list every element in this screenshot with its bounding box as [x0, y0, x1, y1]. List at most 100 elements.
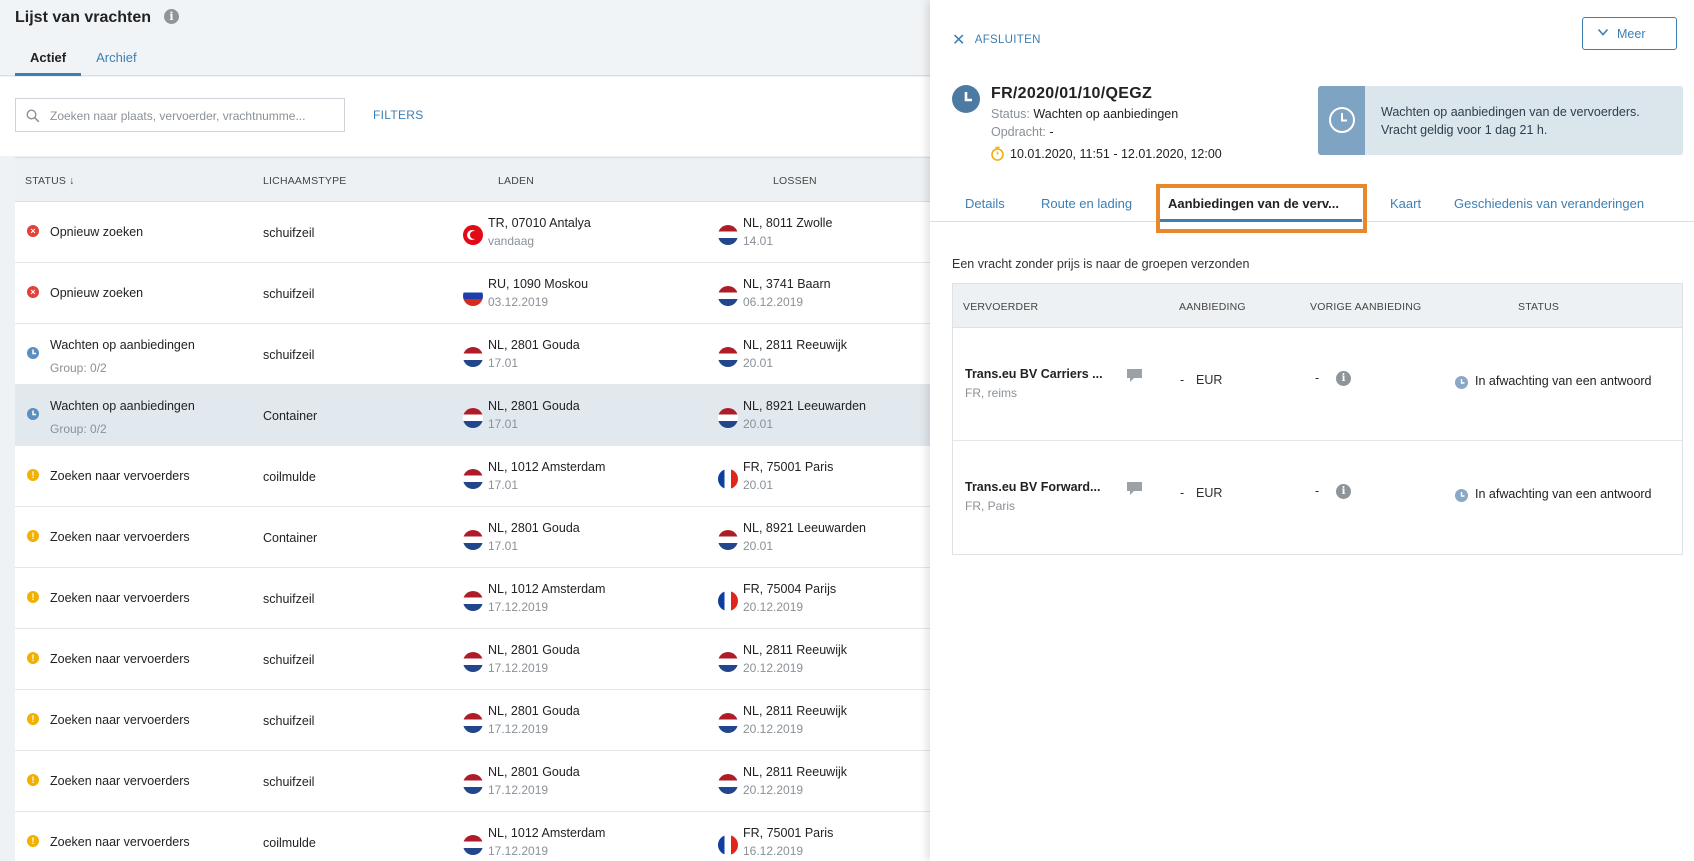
row-unload-date: 20.12.2019 [743, 600, 804, 614]
order-value: - [1049, 125, 1054, 139]
column-previous-offer: VORIGE AANBIEDING [1310, 301, 1422, 313]
warning-icon: ! [27, 469, 39, 481]
row-load-place: NL, 1012 Amsterdam [488, 826, 606, 840]
status-notice: Wachten op aanbiedingen van de vervoerde… [1318, 86, 1683, 155]
info-icon[interactable]: i [164, 9, 179, 24]
flag-nl-icon [718, 347, 738, 367]
close-button[interactable]: ✕ AFSLUITEN [952, 30, 1041, 50]
flag-nl-icon [463, 652, 483, 672]
row-load-place: NL, 1012 Amsterdam [488, 460, 606, 474]
search-bar: FILTERS [0, 77, 930, 156]
clock-icon [1455, 376, 1468, 389]
previous-offer-value: - [1315, 484, 1320, 498]
row-unload-place: FR, 75001 Paris [743, 460, 834, 474]
row-load-place: NL, 2801 Gouda [488, 338, 580, 352]
row-status: Wachten op aanbiedingen [50, 399, 195, 413]
row-load-date: 17.12.2019 [488, 722, 549, 736]
row-unload-date: 20.01 [743, 356, 774, 370]
row-load-date: 17.12.2019 [488, 661, 549, 675]
more-label: Meer [1617, 27, 1646, 41]
row-unload-place: NL, 2811 Reeuwijk [743, 338, 847, 352]
row-load-place: RU, 1090 Moskou [488, 277, 589, 291]
flag-nl-icon [718, 286, 738, 306]
clock-icon [27, 408, 39, 420]
search-icon [26, 109, 40, 123]
flag-ru-icon [463, 286, 483, 306]
tab-actief[interactable]: Actief [15, 48, 82, 76]
row-status: Zoeken naar vervoerders [50, 713, 190, 727]
row-status: Zoeken naar vervoerders [50, 469, 190, 483]
tab-aanbiedingen[interactable]: Aanbiedingen van de verv... [1168, 196, 1339, 211]
row-body-type: schuifzeil [263, 653, 315, 667]
page-title: Lijst van vrachten [15, 9, 152, 26]
table-row[interactable]: ! Zoeken naar vervoerders schuifzeil NL, 10… [15, 568, 930, 629]
offer-value: - [1180, 373, 1185, 387]
flag-nl-icon [718, 713, 738, 733]
row-unload-date: 16.12.2019 [743, 844, 804, 858]
table-row[interactable]: ! Zoeken naar vervoerders schuifzeil NL, 28… [15, 751, 930, 812]
row-unload-place: NL, 8921 Leeuwarden [743, 521, 867, 535]
column-offer-status: STATUS [1518, 301, 1560, 313]
row-unload-place: FR, 75001 Paris [743, 826, 834, 840]
search-box[interactable] [15, 98, 345, 132]
row-unload-date: 20.01 [743, 417, 774, 431]
row-status-sub: Group: 0/2 [50, 361, 107, 375]
row-body-type: schuifzeil [263, 775, 315, 789]
offer-row[interactable]: Trans.eu BV Carriers ... FR, reims - EUR - i I… [953, 328, 1682, 441]
status-key: Status: [991, 107, 1030, 121]
flag-nl-icon [718, 652, 738, 672]
search-input[interactable] [50, 106, 340, 126]
row-load-place: TR, 07010 Antalya [488, 216, 591, 230]
offer-row[interactable]: Trans.eu BV Forward... FR, Paris - EUR - i In … [953, 441, 1682, 554]
tab-geschiedenis[interactable]: Geschiedenis van veranderingen [1454, 196, 1644, 211]
table-row[interactable]: × Opnieuw zoeken schuifzeil RU, 1090 Moskou… [15, 263, 930, 324]
row-load-date: vandaag [488, 234, 535, 248]
flag-nl-icon [718, 774, 738, 794]
row-body-type: schuifzeil [263, 226, 315, 240]
table-row[interactable]: Wachten op aanbiedingen Group: 0/2 Contain… [15, 385, 930, 446]
clock-icon [1329, 107, 1355, 133]
info-icon[interactable]: i [1336, 371, 1351, 386]
column-status[interactable]: STATUS ↓ [25, 175, 75, 187]
flag-nl-icon [718, 530, 738, 550]
tab-kaart[interactable]: Kaart [1390, 196, 1421, 211]
warning-icon: ! [27, 652, 39, 664]
row-body-type: Container [263, 531, 318, 545]
row-body-type: schuifzeil [263, 714, 315, 728]
validity-period: 10.01.2020, 11:51 - 12.01.2020, 12:00 [990, 146, 1222, 161]
table-row[interactable]: ! Zoeken naar vervoerders schuifzeil NL, 28… [15, 629, 930, 690]
table-row[interactable]: Wachten op aanbiedingen Group: 0/2 schuifz… [15, 324, 930, 385]
list-header: Lijst van vrachten i Actief Archief [0, 0, 930, 76]
tab-archief[interactable]: Archief [81, 48, 151, 76]
clock-icon [27, 347, 39, 359]
row-unload-place: NL, 3741 Baarn [743, 277, 831, 291]
table-row[interactable]: ! Zoeken naar vervoerders coilmulde NL, 101… [15, 812, 930, 861]
more-button[interactable]: Meer [1582, 17, 1677, 50]
warning-icon: ! [27, 713, 39, 725]
tab-route-en-lading[interactable]: Route en lading [1041, 196, 1132, 211]
close-icon: ✕ [952, 32, 966, 49]
flag-nl-icon [463, 835, 483, 855]
flag-nl-icon [463, 347, 483, 367]
carrier-name[interactable]: Trans.eu BV Carriers ... [965, 367, 1103, 381]
table-row[interactable]: ! Zoeken naar vervoerders schuifzeil NL, 28… [15, 690, 930, 751]
row-body-type: schuifzeil [263, 348, 315, 362]
filters-button[interactable]: FILTERS [373, 108, 424, 122]
carrier-location: FR, Paris [965, 499, 1016, 513]
chat-icon[interactable] [1126, 368, 1143, 383]
flag-fr-icon [718, 835, 738, 855]
row-status: Opnieuw zoeken [50, 225, 144, 239]
flag-nl-icon [463, 713, 483, 733]
active-tab-indicator [1156, 219, 1362, 222]
row-unload-place: NL, 2811 Reeuwijk [743, 704, 847, 718]
flag-nl-icon [718, 408, 738, 428]
carrier-name[interactable]: Trans.eu BV Forward... [965, 480, 1100, 494]
tab-details[interactable]: Details [965, 196, 1005, 211]
info-icon[interactable]: i [1336, 484, 1351, 499]
row-unload-place: NL, 2811 Reeuwijk [743, 765, 847, 779]
table-row[interactable]: ! Zoeken naar vervoerders Container NL, 280… [15, 507, 930, 568]
chat-icon[interactable] [1126, 481, 1143, 496]
table-row[interactable]: × Opnieuw zoeken schuifzeil TR, 07010 Antal… [15, 202, 930, 263]
flag-nl-icon [463, 774, 483, 794]
table-row[interactable]: ! Zoeken naar vervoerders coilmulde NL, 101… [15, 446, 930, 507]
